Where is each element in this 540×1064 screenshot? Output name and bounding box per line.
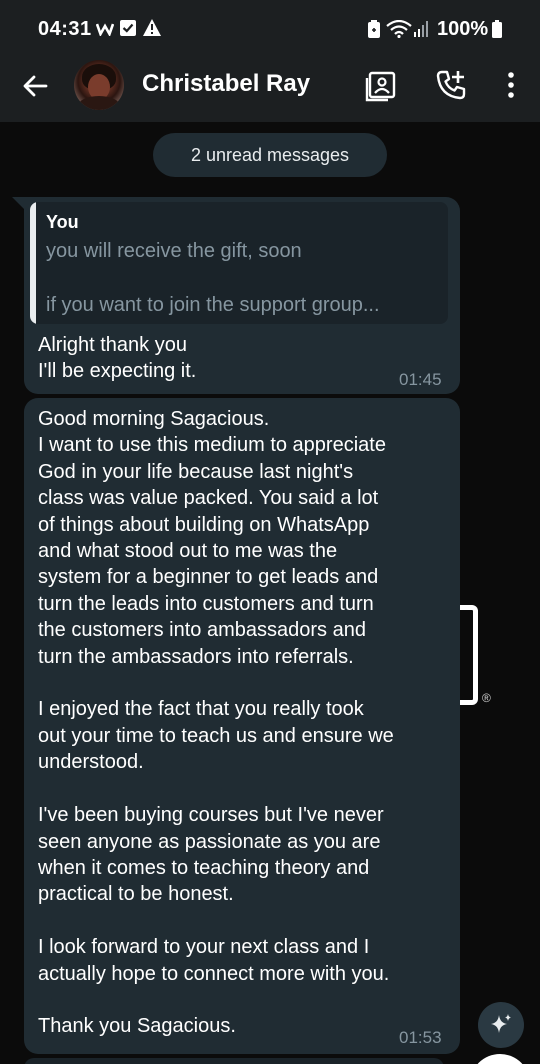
back-arrow-icon[interactable] (20, 70, 52, 102)
meta-ai-button[interactable] (478, 1002, 524, 1048)
checkbox-icon (120, 20, 136, 36)
quote-bar (30, 202, 36, 324)
contact-card-icon[interactable] (364, 68, 398, 102)
battery-percent: 100% (437, 18, 489, 40)
message-text: Alright thank you I'll be expecting it. (38, 334, 197, 383)
floating-action-edge[interactable] (470, 1054, 530, 1064)
wifi-icon (386, 20, 412, 38)
battery-saver-icon (368, 20, 380, 38)
quoted-message[interactable]: You you will receive the gift, soon if y… (30, 202, 448, 324)
registered-mark: ® (482, 691, 491, 705)
next-message-edge (24, 1058, 444, 1064)
warning-icon (143, 19, 161, 36)
unread-messages-banner: 2 unread messages (153, 133, 387, 177)
contact-name[interactable]: Christabel Ray (142, 70, 310, 98)
status-bar: 04:31 100% (0, 0, 540, 56)
message-text: Good morning Sagacious. I want to use th… (38, 408, 394, 1038)
message-time: 01:45 (399, 370, 442, 389)
status-time: 04:31 (38, 18, 92, 40)
chat-header: Christabel Ray (0, 56, 540, 122)
message-time: 01:53 (399, 1028, 442, 1047)
w-icon (96, 23, 114, 36)
quoted-author: You (46, 212, 79, 232)
more-vert-icon[interactable] (494, 68, 528, 102)
add-call-icon[interactable] (434, 68, 468, 102)
battery-icon (492, 20, 502, 38)
sparkle-icon (491, 1014, 511, 1033)
signal-icon (414, 21, 428, 37)
avatar[interactable] (74, 60, 124, 110)
quoted-line-2: if you want to join the support group... (46, 294, 380, 316)
quoted-line-1: you will receive the gift, soon (46, 240, 302, 262)
